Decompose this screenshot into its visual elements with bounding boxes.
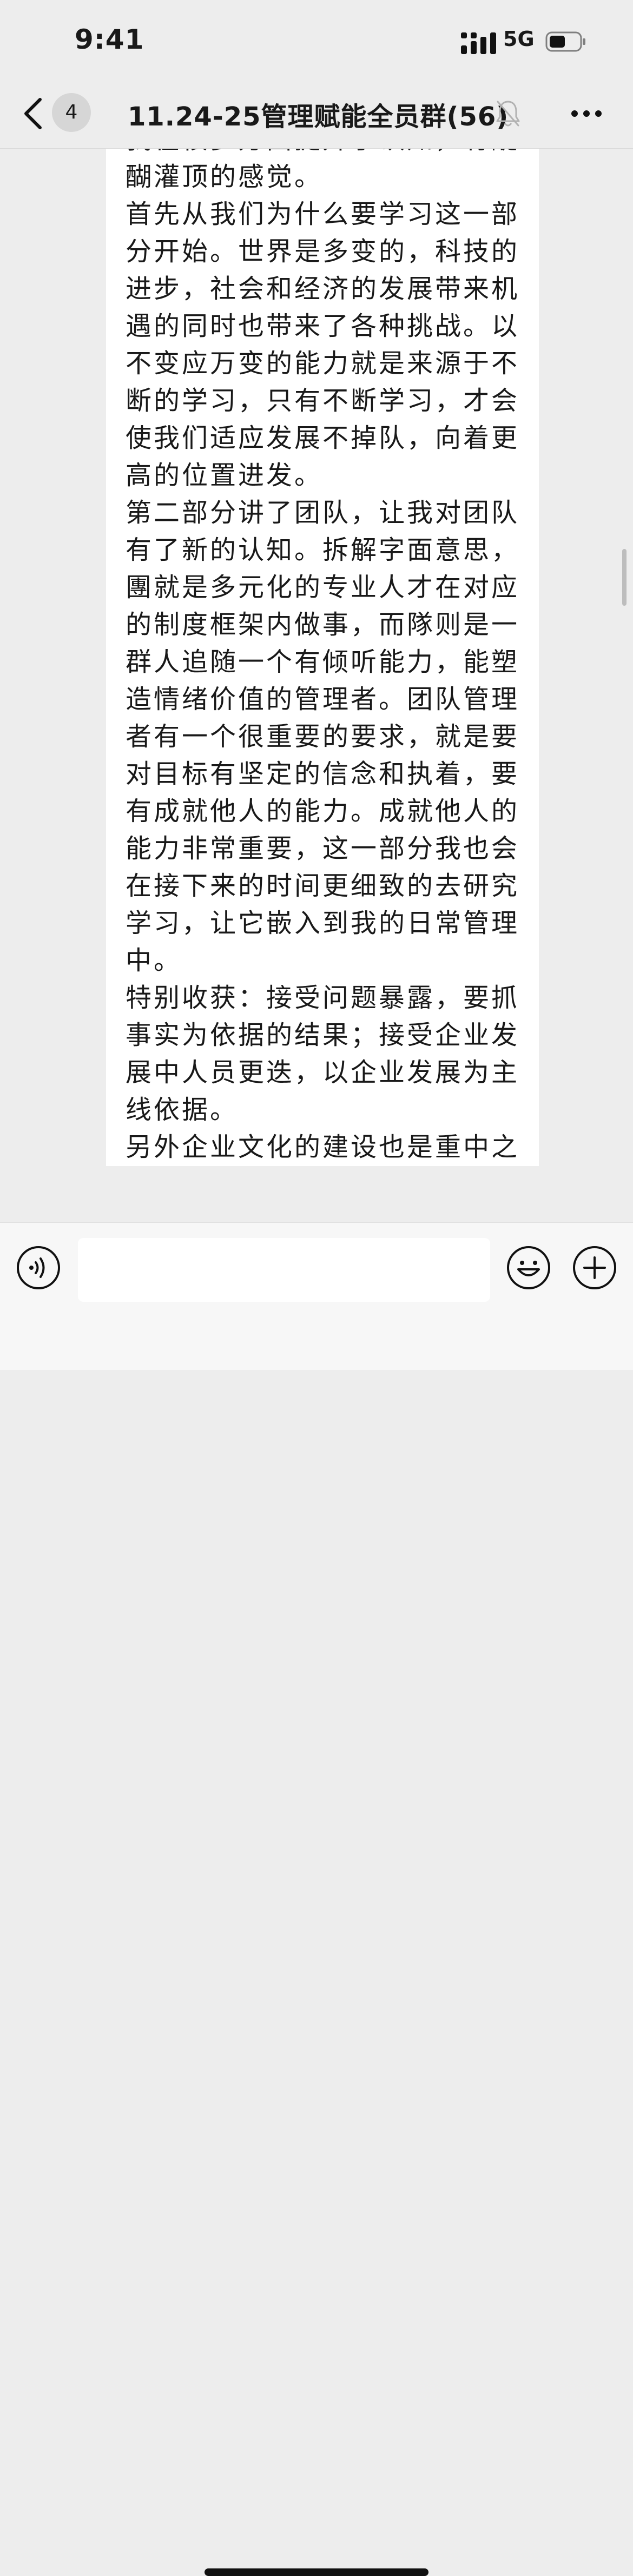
network-type: 5G <box>503 27 535 51</box>
scrollbar[interactable] <box>622 549 627 606</box>
more-dots-icon[interactable] <box>570 108 603 119</box>
bell-muted-icon <box>496 101 520 127</box>
signal-bars-icon <box>461 32 496 54</box>
unread-count-badge[interactable]: 4 <box>52 93 91 132</box>
chevron-left-icon[interactable] <box>22 96 45 131</box>
status-time: 9:41 <box>75 24 144 55</box>
chat-header: 4 11.24-25管理赋能全员群(56) <box>0 81 633 149</box>
voice-icon[interactable] <box>16 1246 61 1290</box>
chat-title: 11.24-25管理赋能全员群(56) <box>128 102 509 132</box>
home-indicator <box>205 2568 428 2576</box>
battery-icon <box>545 31 585 52</box>
plus-icon[interactable] <box>572 1246 617 1290</box>
chat-message-list[interactable]: 首先非常感谢郭老师的授课，让 我在很多方面提升了认知，有醍 醐灌顶的感觉。 首先… <box>0 149 633 1222</box>
emoji-icon[interactable] <box>506 1246 551 1290</box>
message-bubble[interactable]: 首先非常感谢郭老师的授课，让 我在很多方面提升了认知，有醍 醐灌顶的感觉。 首先… <box>106 149 539 1166</box>
status-bar: 9:41 5G <box>0 0 633 81</box>
message-input[interactable] <box>78 1238 490 1302</box>
input-bar <box>0 1222 633 2576</box>
